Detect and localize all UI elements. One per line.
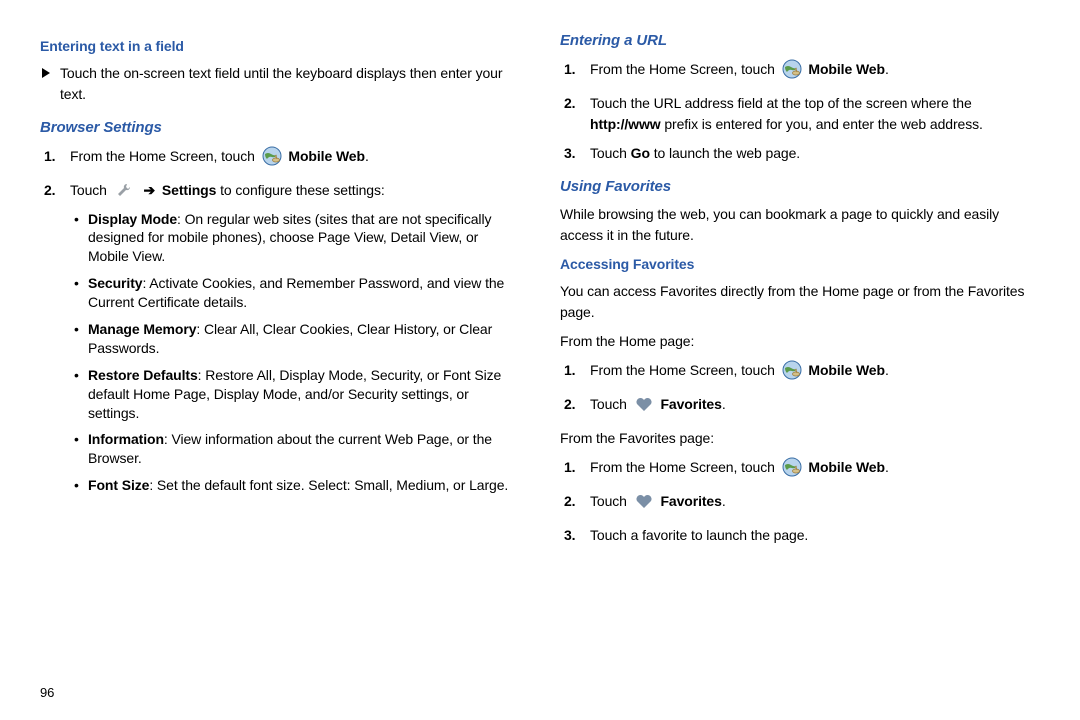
heading-entering-text: Entering text in a field bbox=[40, 36, 520, 57]
step-2: 2. Touch ➔ Settings to configure these s… bbox=[66, 180, 520, 496]
heart-icon bbox=[634, 394, 654, 420]
mobile-web-icon bbox=[782, 59, 802, 85]
favorites-access-intro: You can access Favorites directly from t… bbox=[560, 281, 1040, 323]
bullet-item: Touch the on-screen text field until the… bbox=[40, 63, 520, 105]
page-number: 96 bbox=[40, 683, 54, 703]
step-1: 1. From the Home Screen, touch Mobile We… bbox=[66, 146, 520, 172]
settings-sublist: Display Mode: On regular web sites (site… bbox=[70, 210, 520, 496]
step-number: 1. bbox=[44, 146, 55, 167]
bullet-text: Touch the on-screen text field until the… bbox=[60, 63, 520, 105]
heading-browser-settings: Browser Settings bbox=[40, 117, 520, 140]
step-text: Touch bbox=[70, 182, 107, 198]
step-number: 2. bbox=[44, 180, 55, 201]
from-favorites-steps: 1. From the Home Screen, touch Mobile We… bbox=[560, 457, 1040, 546]
step-bold: Mobile Web bbox=[288, 148, 365, 164]
from-home-label: From the Home page: bbox=[560, 331, 1040, 352]
right-column: Entering a URL 1. From the Home Screen, … bbox=[560, 30, 1040, 670]
step-3: 3. Touch Go to launch the web page. bbox=[586, 143, 1040, 164]
step-2: 2. Touch the URL address field at the to… bbox=[586, 93, 1040, 135]
triangle-bullet-icon bbox=[42, 68, 50, 78]
step-1: 1. From the Home Screen, touch Mobile We… bbox=[586, 360, 1040, 386]
step-2: 2. Touch Favorites. bbox=[586, 491, 1040, 517]
mobile-web-icon bbox=[262, 146, 282, 172]
list-item: Restore Defaults: Restore All, Display M… bbox=[88, 366, 520, 423]
heading-entering-url: Entering a URL bbox=[560, 30, 1040, 53]
step-bold: Settings bbox=[162, 182, 216, 198]
url-steps: 1. From the Home Screen, touch Mobile We… bbox=[560, 59, 1040, 164]
step-number: 2. bbox=[564, 491, 575, 512]
list-item: Manage Memory: Clear All, Clear Cookies,… bbox=[88, 320, 520, 358]
heading-using-favorites: Using Favorites bbox=[560, 176, 1040, 199]
favorites-intro: While browsing the web, you can bookmark… bbox=[560, 204, 1040, 246]
step-text: From the Home Screen, touch bbox=[70, 148, 255, 164]
step-1: 1. From the Home Screen, touch Mobile We… bbox=[586, 457, 1040, 483]
from-home-steps: 1. From the Home Screen, touch Mobile We… bbox=[560, 360, 1040, 420]
list-item: Display Mode: On regular web sites (site… bbox=[88, 210, 520, 267]
browser-settings-steps: 1. From the Home Screen, touch Mobile We… bbox=[40, 146, 520, 496]
step-number: 1. bbox=[564, 360, 575, 381]
list-item: Font Size: Set the default font size. Se… bbox=[88, 476, 520, 495]
step-1: 1. From the Home Screen, touch Mobile We… bbox=[586, 59, 1040, 85]
step-2: 2. Touch Favorites. bbox=[586, 394, 1040, 420]
step-number: 2. bbox=[564, 394, 575, 415]
mobile-web-icon bbox=[782, 457, 802, 483]
wrench-icon bbox=[114, 180, 134, 206]
list-item: Information: View information about the … bbox=[88, 430, 520, 468]
list-item: Security: Activate Cookies, and Remember… bbox=[88, 274, 520, 312]
step-number: 3. bbox=[564, 525, 575, 546]
step-number: 2. bbox=[564, 93, 575, 114]
heading-accessing-favorites: Accessing Favorites bbox=[560, 254, 1040, 275]
left-column: Entering text in a field Touch the on-sc… bbox=[40, 30, 520, 670]
mobile-web-icon bbox=[782, 360, 802, 386]
step-3: 3. Touch a favorite to launch the page. bbox=[586, 525, 1040, 546]
arrow-icon: ➔ bbox=[143, 182, 155, 198]
step-number: 3. bbox=[564, 143, 575, 164]
heart-icon bbox=[634, 491, 654, 517]
step-number: 1. bbox=[564, 457, 575, 478]
step-number: 1. bbox=[564, 59, 575, 80]
from-favorites-label: From the Favorites page: bbox=[560, 428, 1040, 449]
